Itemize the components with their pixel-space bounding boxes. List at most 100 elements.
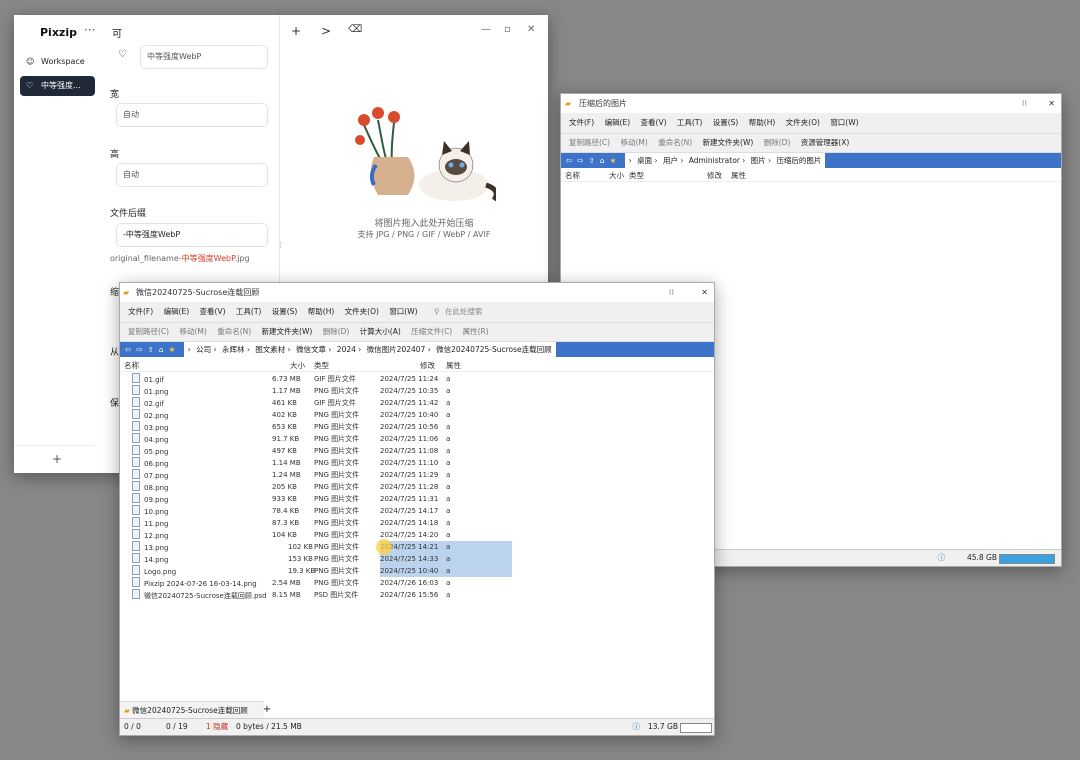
col-name[interactable]: 名称 (565, 170, 580, 181)
more-menu-icon[interactable]: ··· (84, 23, 95, 37)
file-row[interactable]: Logo.png 19.3 KB PNG 图片文件 2024/7/25 10:40 a (132, 565, 512, 577)
star-icon[interactable]: ★ (169, 342, 176, 357)
col-size[interactable]: 大小 (609, 170, 624, 181)
search-input[interactable]: 在此处搜索 (445, 302, 483, 322)
home-icon[interactable]: ⌂ (600, 153, 605, 168)
pane-button[interactable]: ⁝⁝ (669, 283, 674, 302)
file-row[interactable]: Pixzip 2024-07-26 16-03-14.png 2.54 MB PNG… (120, 577, 714, 589)
menu-tools[interactable]: 工具(T) (236, 302, 261, 322)
crumb[interactable]: 公司 (196, 342, 211, 357)
file-row[interactable]: 02.png 402 KB PNG 图片文件 2024/7/25 10:40 a (120, 409, 714, 421)
width-input[interactable]: 自动 (116, 103, 268, 127)
crumb[interactable]: 用户 (663, 153, 678, 168)
file-row[interactable]: 01.png 1.17 MB PNG 图片文件 2024/7/25 10:35 a (120, 385, 714, 397)
clear-button[interactable]: ⌫ (348, 24, 362, 35)
file-row[interactable]: 04.png 91.7 KB PNG 图片文件 2024/7/25 11:06 a (120, 433, 714, 445)
file-row[interactable]: 05.png 497 KB PNG 图片文件 2024/7/25 11:08 a (120, 445, 714, 457)
address-bar[interactable]: ⇦ ⇨ ⇧ ⌂ ★ › 桌面 › 用户 › Administrator › 图片 › 压… (561, 153, 1061, 168)
heart-icon[interactable]: ♡ (118, 49, 127, 60)
crumb[interactable]: 微信文章 (296, 342, 326, 357)
menu-folder[interactable]: 文件夹(O) (786, 113, 820, 133)
suffix-input[interactable]: -中等强度WebP (116, 223, 268, 247)
rename-button[interactable]: 重命名(N) (658, 134, 692, 152)
search-icon[interactable]: ⚲ (434, 302, 440, 322)
home-icon[interactable]: ⌂ (159, 342, 164, 357)
menu-edit[interactable]: 编辑(E) (164, 302, 190, 322)
properties-button[interactable]: 属性(R) (463, 323, 489, 341)
info-icon[interactable]: ⓘ (938, 550, 946, 566)
col-modified[interactable]: 修改 (420, 360, 435, 371)
menu-view[interactable]: 查看(V) (200, 302, 226, 322)
star-icon[interactable]: ★ (610, 153, 617, 168)
col-name[interactable]: 名称 (124, 360, 139, 371)
add-files-button[interactable]: + (291, 24, 301, 38)
move-button[interactable]: 移动(M) (179, 323, 206, 341)
file-row[interactable]: 06.png 1.14 MB PNG 图片文件 2024/7/25 11:10 a (120, 457, 714, 469)
file-row[interactable]: 微信20240725-Sucrose连载回顾.psd 8.15 MB PSD 图片文… (120, 589, 714, 601)
info-icon[interactable]: ⓘ (633, 719, 641, 735)
rename-button[interactable]: 重命名(N) (217, 323, 251, 341)
menu-window[interactable]: 窗口(W) (389, 302, 417, 322)
file-row[interactable]: 03.png 653 KB PNG 图片文件 2024/7/25 10:56 a (120, 421, 714, 433)
crumb[interactable]: Administrator (689, 153, 740, 168)
col-attr[interactable]: 属性 (731, 170, 746, 181)
nav-item-preset[interactable]: ♡ 中等强度... (20, 76, 95, 96)
explorer-button[interactable]: 资源管理器(X) (801, 134, 850, 152)
file-row[interactable]: 08.png 205 KB PNG 图片文件 2024/7/25 11:28 a (120, 481, 714, 493)
calc-size-button[interactable]: 计算大小(A) (360, 323, 401, 341)
menu-file[interactable]: 文件(F) (569, 113, 594, 133)
close-button[interactable]: ✕ (701, 283, 708, 302)
up-icon[interactable]: ⇧ (148, 342, 154, 357)
up-icon[interactable]: ⇧ (589, 153, 595, 168)
crumb[interactable]: 2024 (337, 342, 356, 357)
back-icon[interactable]: ⇦ (125, 342, 131, 357)
delete-button[interactable]: 删除(D) (323, 323, 350, 341)
height-input[interactable]: 自动 (116, 163, 268, 187)
file-row[interactable]: 10.png 78.4 KB PNG 图片文件 2024/7/25 14:17 a (120, 505, 714, 517)
col-type[interactable]: 类型 (314, 360, 329, 371)
nav-item-workspace[interactable]: ☺ Workspace (20, 52, 95, 72)
file-row[interactable]: 07.png 1.24 MB PNG 图片文件 2024/7/25 11:29 a (120, 469, 714, 481)
file-row[interactable]: 01.gif 6.73 MB GIF 图片文件 2024/7/25 11:24 a (120, 373, 714, 385)
new-folder-button[interactable]: 新建文件夹(W) (262, 323, 313, 341)
delete-button[interactable]: 删除(D) (764, 134, 791, 152)
close-button[interactable]: ✕ (1048, 94, 1055, 113)
new-folder-button[interactable]: 新建文件夹(W) (703, 134, 754, 152)
file-row[interactable]: 02.gif 461 KB GIF 图片文件 2024/7/25 11:42 a (120, 397, 714, 409)
file-row[interactable]: 13.png 102 KB PNG 图片文件 2024/7/25 14:21 a (132, 541, 512, 553)
copy-path-button[interactable]: 复制路径(C) (128, 323, 169, 341)
forward-icon[interactable]: ⇨ (136, 342, 142, 357)
pane-button[interactable]: ⁝⁝ (1022, 94, 1027, 113)
crumb[interactable]: 桌面 (637, 153, 652, 168)
copy-path-button[interactable]: 复制路径(C) (569, 134, 610, 152)
menu-settings[interactable]: 设置(S) (713, 113, 739, 133)
col-modified[interactable]: 修改 (707, 170, 722, 181)
crumb[interactable]: 微信20240725-Sucrose连载回顾 (436, 342, 552, 357)
col-size[interactable]: 大小 (290, 360, 305, 371)
menu-help[interactable]: 帮助(H) (749, 113, 776, 133)
crumb[interactable]: 压缩后的图片 (776, 153, 821, 168)
menu-help[interactable]: 帮助(H) (308, 302, 335, 322)
menu-tools[interactable]: 工具(T) (677, 113, 702, 133)
file-row[interactable]: 09.png 933 KB PNG 图片文件 2024/7/25 11:31 a (120, 493, 714, 505)
start-button[interactable]: > (321, 24, 331, 38)
file-row[interactable]: 11.png 87.3 KB PNG 图片文件 2024/7/25 14:18 a (120, 517, 714, 529)
preset-name-input[interactable]: 中等强度WebP (140, 45, 268, 69)
menu-settings[interactable]: 设置(S) (272, 302, 298, 322)
file-row[interactable]: 14.png 153 KB PNG 图片文件 2024/7/25 14:33 a (132, 553, 512, 565)
forward-icon[interactable]: ⇨ (577, 153, 583, 168)
crumb[interactable]: 图片 (751, 153, 766, 168)
menu-file[interactable]: 文件(F) (128, 302, 153, 322)
menu-view[interactable]: 查看(V) (641, 113, 667, 133)
file-row[interactable]: 12.png 104 KB PNG 图片文件 2024/7/25 14:20 a (120, 529, 714, 541)
maximize-button[interactable]: ▫ (504, 24, 511, 35)
new-tab-button[interactable]: + (261, 701, 273, 718)
add-preset-button[interactable]: + (52, 452, 62, 466)
col-attr[interactable]: 属性 (446, 360, 461, 371)
menu-folder[interactable]: 文件夹(O) (345, 302, 379, 322)
crumb[interactable]: 微信图片202407 (367, 342, 426, 357)
col-type[interactable]: 类型 (629, 170, 644, 181)
compress-button[interactable]: 压缩文件(C) (411, 323, 452, 341)
move-button[interactable]: 移动(M) (620, 134, 647, 152)
minimize-button[interactable]: — (481, 24, 491, 35)
